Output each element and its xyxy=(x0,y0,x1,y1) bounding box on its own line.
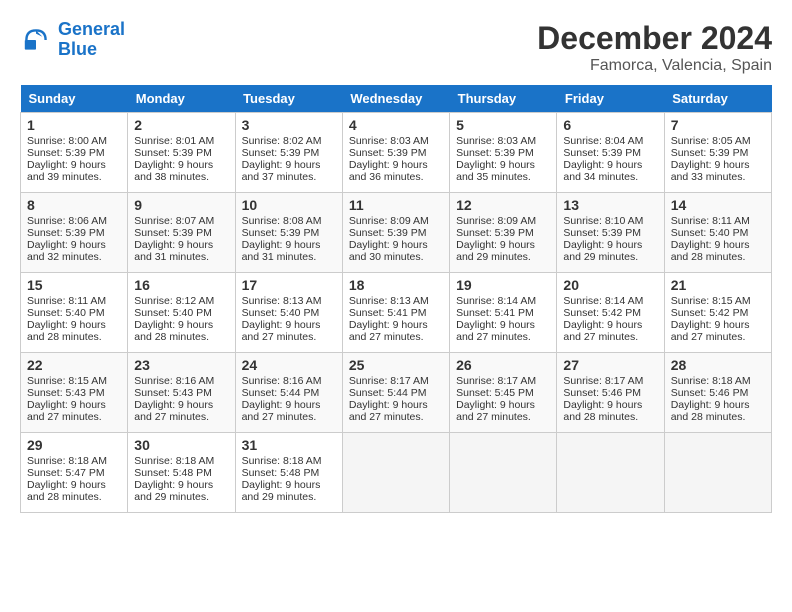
calendar-cell: 23Sunrise: 8:16 AMSunset: 5:43 PMDayligh… xyxy=(128,353,235,433)
calendar-cell: 31Sunrise: 8:18 AMSunset: 5:48 PMDayligh… xyxy=(235,433,342,513)
calendar-cell: 25Sunrise: 8:17 AMSunset: 5:44 PMDayligh… xyxy=(342,353,449,433)
day-number: 17 xyxy=(242,277,336,293)
calendar-cell: 5Sunrise: 8:03 AMSunset: 5:39 PMDaylight… xyxy=(450,113,557,193)
calendar-cell: 27Sunrise: 8:17 AMSunset: 5:46 PMDayligh… xyxy=(557,353,664,433)
calendar-table: SundayMondayTuesdayWednesdayThursdayFrid… xyxy=(20,85,772,513)
day-number: 2 xyxy=(134,117,228,133)
day-header-thursday: Thursday xyxy=(450,85,557,113)
calendar-cell xyxy=(450,433,557,513)
day-number: 15 xyxy=(27,277,121,293)
day-number: 12 xyxy=(456,197,550,213)
calendar-cell xyxy=(342,433,449,513)
day-number: 1 xyxy=(27,117,121,133)
logo: General Blue xyxy=(20,20,125,60)
day-header-tuesday: Tuesday xyxy=(235,85,342,113)
day-number: 19 xyxy=(456,277,550,293)
day-number: 11 xyxy=(349,197,443,213)
calendar-cell: 16Sunrise: 8:12 AMSunset: 5:40 PMDayligh… xyxy=(128,273,235,353)
calendar-cell: 22Sunrise: 8:15 AMSunset: 5:43 PMDayligh… xyxy=(21,353,128,433)
calendar-cell xyxy=(664,433,771,513)
month-title: December 2024 xyxy=(537,20,772,57)
calendar-week-4: 22Sunrise: 8:15 AMSunset: 5:43 PMDayligh… xyxy=(21,353,772,433)
calendar-cell: 24Sunrise: 8:16 AMSunset: 5:44 PMDayligh… xyxy=(235,353,342,433)
day-number: 7 xyxy=(671,117,765,133)
day-number: 5 xyxy=(456,117,550,133)
calendar-week-1: 1Sunrise: 8:00 AMSunset: 5:39 PMDaylight… xyxy=(21,113,772,193)
title-area: December 2024 Famorca, Valencia, Spain xyxy=(537,20,772,75)
calendar-cell xyxy=(557,433,664,513)
calendar-cell: 29Sunrise: 8:18 AMSunset: 5:47 PMDayligh… xyxy=(21,433,128,513)
calendar-cell: 18Sunrise: 8:13 AMSunset: 5:41 PMDayligh… xyxy=(342,273,449,353)
calendar-week-5: 29Sunrise: 8:18 AMSunset: 5:47 PMDayligh… xyxy=(21,433,772,513)
calendar-cell: 3Sunrise: 8:02 AMSunset: 5:39 PMDaylight… xyxy=(235,113,342,193)
calendar-cell: 15Sunrise: 8:11 AMSunset: 5:40 PMDayligh… xyxy=(21,273,128,353)
day-number: 13 xyxy=(563,197,657,213)
calendar-cell: 8Sunrise: 8:06 AMSunset: 5:39 PMDaylight… xyxy=(21,193,128,273)
calendar-cell: 7Sunrise: 8:05 AMSunset: 5:39 PMDaylight… xyxy=(664,113,771,193)
day-number: 27 xyxy=(563,357,657,373)
logo-icon xyxy=(20,24,52,56)
day-header-monday: Monday xyxy=(128,85,235,113)
calendar-cell: 1Sunrise: 8:00 AMSunset: 5:39 PMDaylight… xyxy=(21,113,128,193)
day-number: 8 xyxy=(27,197,121,213)
logo-text: General Blue xyxy=(58,20,125,60)
calendar-cell: 4Sunrise: 8:03 AMSunset: 5:39 PMDaylight… xyxy=(342,113,449,193)
calendar-week-2: 8Sunrise: 8:06 AMSunset: 5:39 PMDaylight… xyxy=(21,193,772,273)
day-number: 6 xyxy=(563,117,657,133)
calendar-cell: 9Sunrise: 8:07 AMSunset: 5:39 PMDaylight… xyxy=(128,193,235,273)
calendar-cell: 2Sunrise: 8:01 AMSunset: 5:39 PMDaylight… xyxy=(128,113,235,193)
day-header-sunday: Sunday xyxy=(21,85,128,113)
calendar-cell: 6Sunrise: 8:04 AMSunset: 5:39 PMDaylight… xyxy=(557,113,664,193)
header-row: SundayMondayTuesdayWednesdayThursdayFrid… xyxy=(21,85,772,113)
day-number: 31 xyxy=(242,437,336,453)
calendar-cell: 13Sunrise: 8:10 AMSunset: 5:39 PMDayligh… xyxy=(557,193,664,273)
day-number: 22 xyxy=(27,357,121,373)
day-number: 9 xyxy=(134,197,228,213)
location-title: Famorca, Valencia, Spain xyxy=(537,57,772,75)
calendar-cell: 30Sunrise: 8:18 AMSunset: 5:48 PMDayligh… xyxy=(128,433,235,513)
calendar-cell: 10Sunrise: 8:08 AMSunset: 5:39 PMDayligh… xyxy=(235,193,342,273)
day-number: 23 xyxy=(134,357,228,373)
calendar-cell: 11Sunrise: 8:09 AMSunset: 5:39 PMDayligh… xyxy=(342,193,449,273)
day-number: 21 xyxy=(671,277,765,293)
day-header-wednesday: Wednesday xyxy=(342,85,449,113)
day-number: 30 xyxy=(134,437,228,453)
calendar-cell: 26Sunrise: 8:17 AMSunset: 5:45 PMDayligh… xyxy=(450,353,557,433)
calendar-cell: 19Sunrise: 8:14 AMSunset: 5:41 PMDayligh… xyxy=(450,273,557,353)
day-header-friday: Friday xyxy=(557,85,664,113)
day-number: 14 xyxy=(671,197,765,213)
calendar-cell: 14Sunrise: 8:11 AMSunset: 5:40 PMDayligh… xyxy=(664,193,771,273)
calendar-cell: 21Sunrise: 8:15 AMSunset: 5:42 PMDayligh… xyxy=(664,273,771,353)
calendar-cell: 20Sunrise: 8:14 AMSunset: 5:42 PMDayligh… xyxy=(557,273,664,353)
calendar-cell: 28Sunrise: 8:18 AMSunset: 5:46 PMDayligh… xyxy=(664,353,771,433)
header: General Blue December 2024 Famorca, Vale… xyxy=(20,20,772,75)
calendar-week-3: 15Sunrise: 8:11 AMSunset: 5:40 PMDayligh… xyxy=(21,273,772,353)
day-number: 20 xyxy=(563,277,657,293)
day-number: 24 xyxy=(242,357,336,373)
calendar-cell: 17Sunrise: 8:13 AMSunset: 5:40 PMDayligh… xyxy=(235,273,342,353)
day-number: 26 xyxy=(456,357,550,373)
day-number: 3 xyxy=(242,117,336,133)
day-number: 18 xyxy=(349,277,443,293)
day-number: 25 xyxy=(349,357,443,373)
day-header-saturday: Saturday xyxy=(664,85,771,113)
day-number: 4 xyxy=(349,117,443,133)
day-number: 10 xyxy=(242,197,336,213)
day-number: 29 xyxy=(27,437,121,453)
day-number: 16 xyxy=(134,277,228,293)
day-number: 28 xyxy=(671,357,765,373)
calendar-cell: 12Sunrise: 8:09 AMSunset: 5:39 PMDayligh… xyxy=(450,193,557,273)
